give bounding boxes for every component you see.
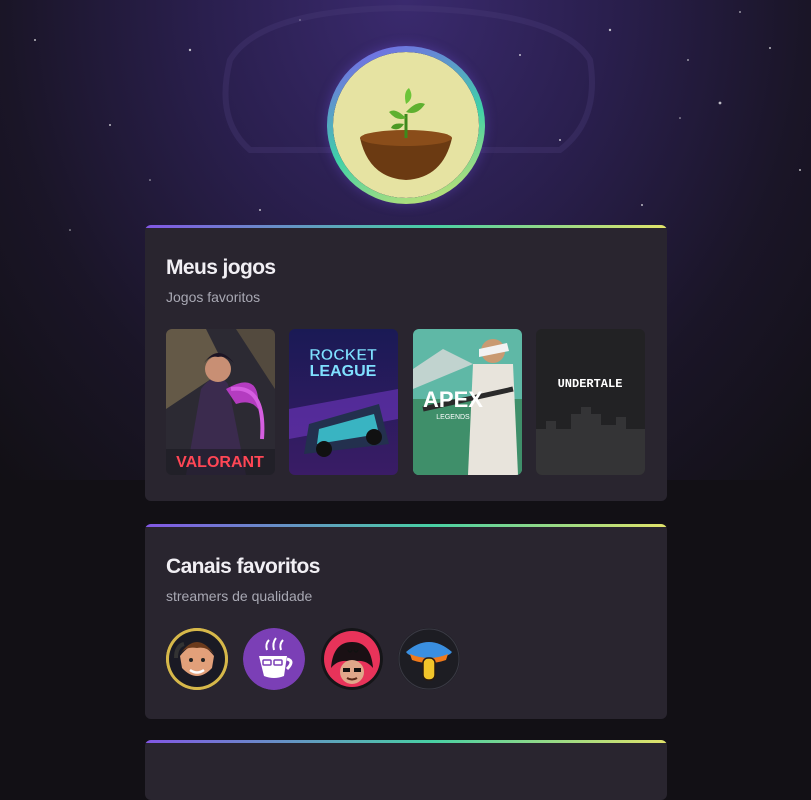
undertale-cover-icon: UNDERTALE [536,329,645,475]
channels-card: Canais favoritos streamers de qualidade [145,524,667,719]
streamer-avatar-3-icon [321,628,383,690]
third-card [145,740,667,800]
streamer-avatar-1-icon [166,628,228,690]
channels-card-subtitle: streamers de qualidade [166,588,313,604]
games-card-subtitle: Jogos favoritos [166,289,261,305]
sprout-pot-icon [333,52,479,198]
games-card-title: Meus jogos [166,256,276,279]
game-rocket-league[interactable]: ROCKET LEAGUE [289,329,398,475]
game-apex-legends[interactable]: APEX LEGENDS [413,329,522,475]
channel-avatar-2[interactable] [243,628,305,690]
coffee-mug-avatar-icon [243,628,305,690]
rocket-league-cover-icon: ROCKET LEAGUE [289,329,398,475]
svg-text:LEGENDS: LEGENDS [436,414,470,421]
channel-avatar-3[interactable] [321,628,383,690]
channels-card-title: Canais favoritos [166,555,320,578]
svg-text:VALORANT: VALORANT [176,454,264,471]
svg-text:UNDERTALE: UNDERTALE [558,377,623,391]
svg-text:APEX: APEX [423,387,483,412]
apex-legends-cover-icon: APEX LEGENDS [413,329,522,475]
mushroom-avatar-icon [398,628,460,690]
profile-avatar [327,46,485,204]
games-card: Meus jogos Jogos favoritos VALORANT ROCK… [145,225,667,501]
game-valorant[interactable]: VALORANT [166,329,275,475]
channel-avatar-1[interactable] [166,628,228,690]
svg-text:ROCKET: ROCKET [309,347,377,364]
valorant-cover-icon: VALORANT [166,329,275,475]
game-undertale[interactable]: UNDERTALE [536,329,645,475]
channel-avatar-4[interactable] [398,628,460,690]
svg-text:LEAGUE: LEAGUE [310,363,377,380]
